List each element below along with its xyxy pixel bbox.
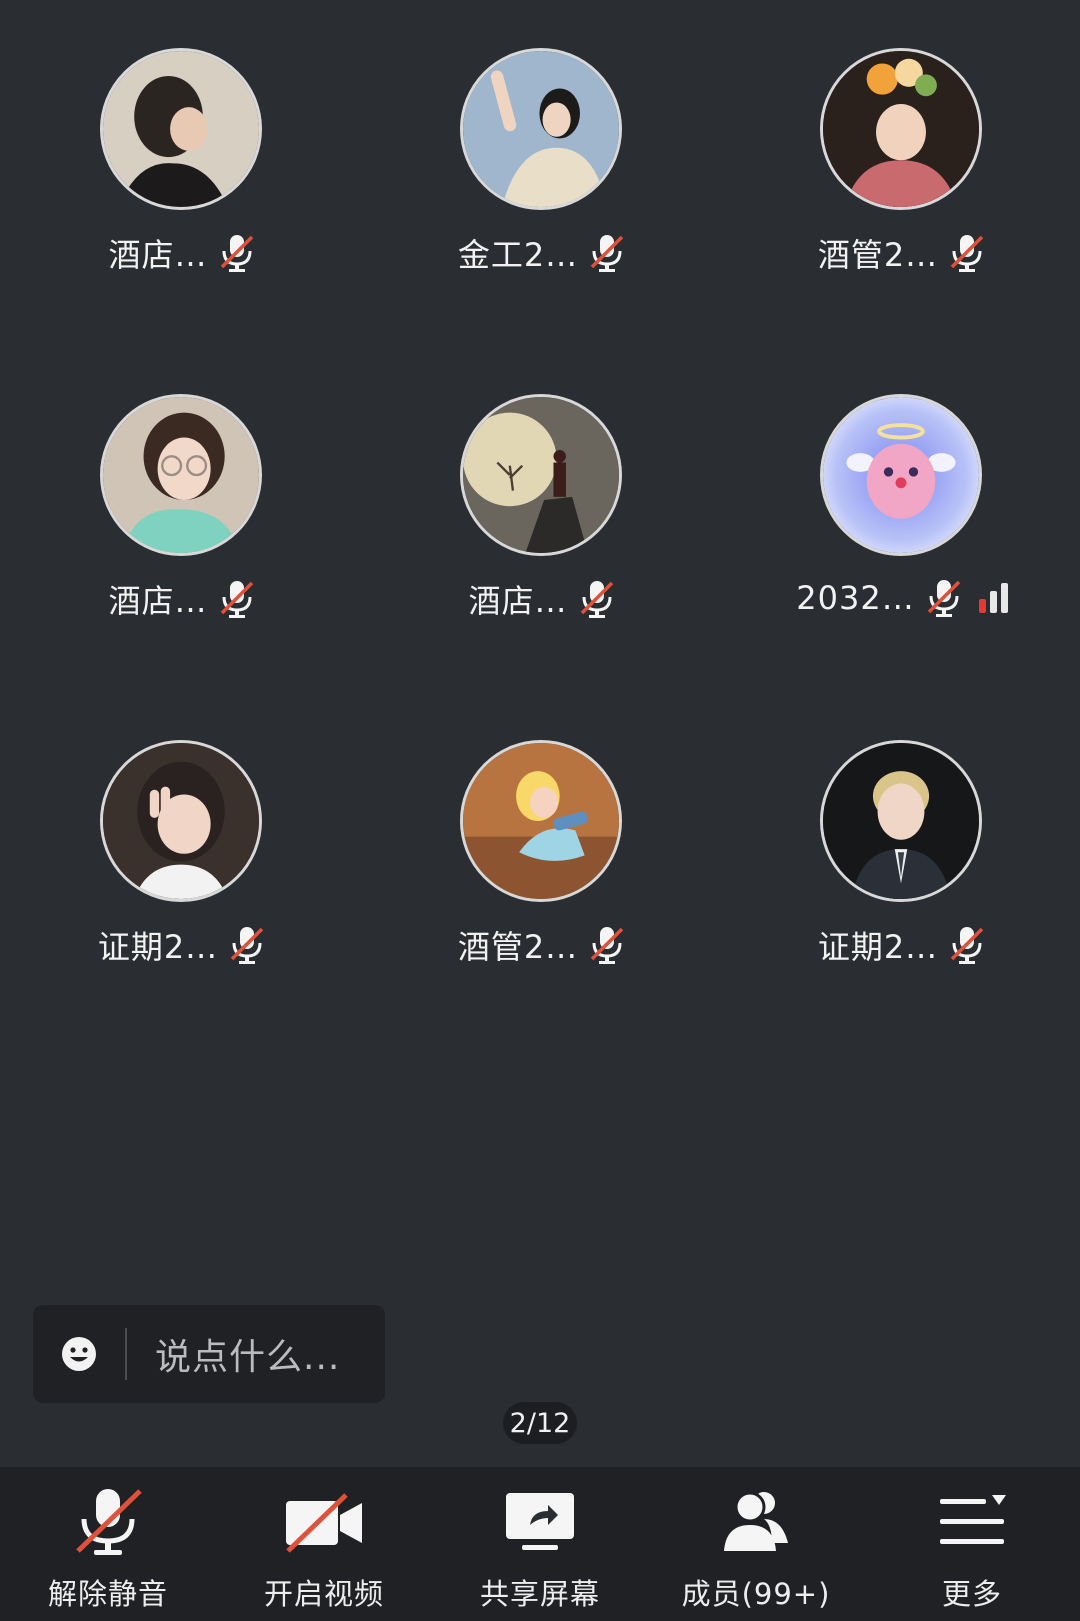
video-off-icon [286, 1493, 362, 1553]
page-indicator-text: 2/12 [509, 1407, 571, 1439]
avatar-samurai-moon-image [463, 397, 619, 553]
participant-tile[interactable]: 证期2… [0, 692, 360, 992]
more-label: 更多 [941, 1577, 1002, 1611]
avatar [100, 48, 262, 210]
participant-name: 酒店… [108, 582, 208, 620]
mic-muted-icon [950, 235, 984, 272]
participant-tile[interactable]: 酒店… [0, 0, 360, 300]
participant-tile[interactable]: 金工2… [360, 0, 720, 300]
avatar-blond-boy-image [823, 743, 979, 899]
participant-tile[interactable]: 酒管2… [360, 692, 720, 992]
mic-muted-icon [590, 927, 624, 964]
participant-name: 证期2… [817, 928, 939, 966]
avatar [460, 48, 622, 210]
share-screen-button[interactable]: 共享屏幕 [432, 1467, 648, 1621]
avatar [100, 740, 262, 902]
participant-name: 2032… [796, 579, 915, 617]
avatar-girl-glasses-image [103, 397, 259, 553]
unmute-button[interactable]: 解除静音 [0, 1467, 216, 1621]
chat-placeholder: 说点什么... [155, 1337, 341, 1378]
avatar [460, 394, 622, 556]
share-screen-label: 共享屏幕 [479, 1577, 600, 1611]
participant-name: 金工2… [457, 236, 579, 274]
participant-name: 酒店… [108, 236, 208, 274]
participant-tile[interactable]: 酒管2… [720, 0, 1080, 300]
mic-muted-icon [220, 235, 253, 272]
members-label: 成员(99+) [681, 1577, 831, 1611]
bottom-toolbar: 解除静音 开启视频 共享屏幕 成员(99+) 更多 [0, 1467, 1080, 1621]
avatar [100, 394, 262, 556]
avatar-girl-sky-image [463, 51, 619, 207]
avatar-dark-hair-girl-image [103, 51, 259, 207]
participant-tile[interactable]: 酒店… [360, 346, 720, 646]
page-indicator: 2/12 [503, 1402, 577, 1444]
participant-tile[interactable]: 酒店… [0, 346, 360, 646]
avatar-pink-angel-image [823, 397, 979, 553]
mic-muted-icon [580, 581, 613, 618]
share-screen-icon [506, 1493, 574, 1550]
mic-muted-icon [590, 235, 624, 272]
participant-name: 酒管2… [457, 928, 579, 966]
avatar [820, 48, 982, 210]
emoji-icon[interactable] [59, 1334, 99, 1374]
avatar [820, 740, 982, 902]
participant-grid: 酒店… 金工2… 酒管2… 酒店… 酒店… 2032… 证期2… 酒管2… 证期… [0, 0, 1080, 1020]
avatar [460, 740, 622, 902]
members-icon [724, 1491, 788, 1551]
signal-weak-icon [978, 583, 1008, 613]
participant-tile[interactable]: 2032… [720, 346, 1080, 646]
avatar [820, 394, 982, 556]
mic-muted-icon [927, 580, 960, 617]
participant-name: 酒管2… [817, 236, 939, 274]
avatar-girl-peace-sign-image [103, 743, 259, 899]
members-button[interactable]: 成员(99+) [648, 1467, 864, 1621]
chat-divider [125, 1328, 127, 1380]
avatar-cartoon-princess-image [463, 743, 619, 899]
more-button[interactable]: 更多 [864, 1467, 1080, 1621]
unmute-label: 解除静音 [47, 1577, 168, 1611]
chat-input[interactable]: 说点什么... [33, 1305, 385, 1403]
mic-muted-icon [230, 927, 264, 964]
participant-name: 酒店… [468, 582, 568, 620]
avatar-girl-flowers-image [823, 51, 979, 207]
more-menu-icon [940, 1495, 1006, 1544]
start-video-label: 开启视频 [263, 1577, 384, 1611]
start-video-button[interactable]: 开启视频 [216, 1467, 432, 1621]
participant-tile[interactable]: 证期2… [720, 692, 1080, 992]
participant-name: 证期2… [97, 928, 219, 966]
mic-muted-icon [950, 927, 984, 964]
mic-muted-icon [76, 1489, 142, 1555]
mic-muted-icon [220, 581, 253, 618]
